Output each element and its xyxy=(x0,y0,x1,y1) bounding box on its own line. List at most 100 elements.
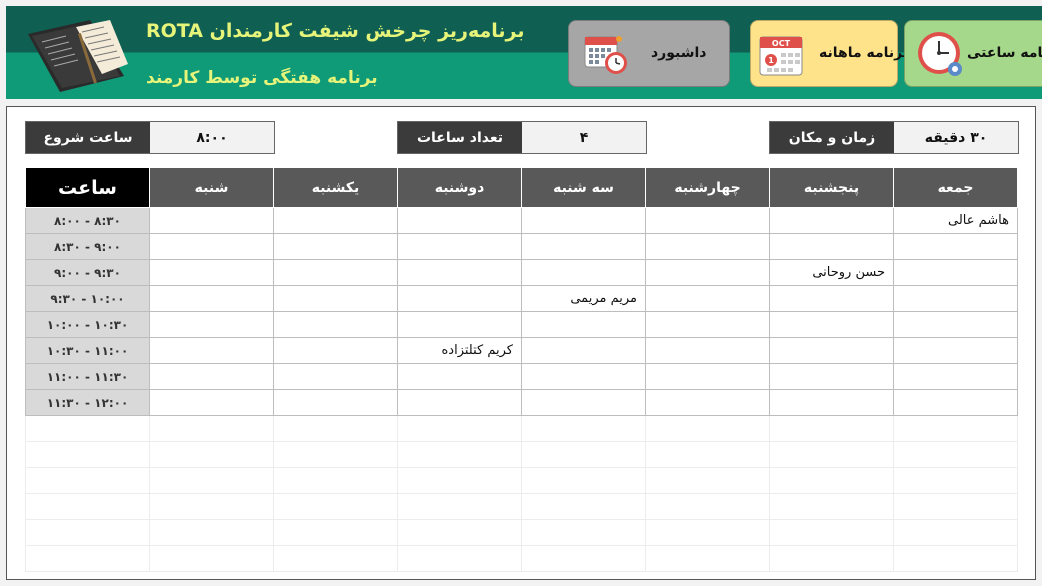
empty-cell[interactable] xyxy=(521,545,646,572)
empty-cell[interactable] xyxy=(769,545,894,572)
schedule-cell[interactable] xyxy=(149,207,274,234)
empty-cell[interactable] xyxy=(769,415,894,442)
schedule-cell[interactable] xyxy=(645,259,770,286)
empty-cell[interactable] xyxy=(769,493,894,520)
empty-cell[interactable] xyxy=(273,441,398,468)
empty-cell[interactable] xyxy=(769,467,894,494)
schedule-cell[interactable]: هاشم عالی xyxy=(893,207,1018,234)
schedule-cell[interactable] xyxy=(769,363,894,390)
hours-count-value[interactable]: ۴ xyxy=(522,122,646,153)
empty-cell[interactable] xyxy=(149,519,274,546)
schedule-cell[interactable] xyxy=(397,389,522,416)
empty-cell[interactable] xyxy=(769,441,894,468)
empty-cell[interactable] xyxy=(397,467,522,494)
empty-cell[interactable] xyxy=(149,441,274,468)
schedule-cell[interactable] xyxy=(149,337,274,364)
empty-cell[interactable] xyxy=(397,415,522,442)
schedule-cell[interactable] xyxy=(521,389,646,416)
empty-cell[interactable] xyxy=(893,467,1018,494)
schedule-cell[interactable] xyxy=(645,337,770,364)
schedule-cell[interactable] xyxy=(645,233,770,260)
empty-cell[interactable] xyxy=(893,519,1018,546)
schedule-cell[interactable] xyxy=(273,363,398,390)
empty-cell[interactable] xyxy=(273,467,398,494)
empty-cell[interactable] xyxy=(149,415,274,442)
dashboard-button[interactable]: داشبورد xyxy=(568,20,730,87)
empty-cell[interactable] xyxy=(25,519,150,546)
empty-cell[interactable] xyxy=(893,493,1018,520)
empty-cell[interactable] xyxy=(25,545,150,572)
schedule-cell[interactable] xyxy=(893,233,1018,260)
start-time-value[interactable]: ۸:۰۰ xyxy=(150,122,274,153)
schedule-cell[interactable] xyxy=(149,259,274,286)
schedule-cell[interactable] xyxy=(893,363,1018,390)
schedule-cell[interactable] xyxy=(893,285,1018,312)
schedule-cell[interactable] xyxy=(893,389,1018,416)
empty-cell[interactable] xyxy=(397,545,522,572)
empty-cell[interactable] xyxy=(149,493,274,520)
schedule-cell[interactable] xyxy=(149,311,274,338)
schedule-cell[interactable] xyxy=(397,259,522,286)
schedule-cell[interactable] xyxy=(645,389,770,416)
empty-cell[interactable] xyxy=(273,415,398,442)
empty-cell[interactable] xyxy=(521,519,646,546)
schedule-cell[interactable] xyxy=(273,207,398,234)
empty-cell[interactable] xyxy=(397,519,522,546)
empty-cell[interactable] xyxy=(273,519,398,546)
schedule-cell[interactable] xyxy=(521,233,646,260)
schedule-cell[interactable] xyxy=(893,337,1018,364)
empty-cell[interactable] xyxy=(25,467,150,494)
schedule-cell[interactable] xyxy=(769,233,894,260)
schedule-cell[interactable] xyxy=(521,259,646,286)
time-place-value[interactable]: ۳۰ دقیقه xyxy=(894,122,1018,153)
schedule-cell[interactable] xyxy=(893,311,1018,338)
schedule-cell[interactable] xyxy=(273,311,398,338)
schedule-cell[interactable] xyxy=(645,285,770,312)
schedule-cell[interactable] xyxy=(273,285,398,312)
schedule-cell[interactable] xyxy=(273,389,398,416)
schedule-cell[interactable] xyxy=(149,285,274,312)
schedule-cell[interactable]: مریم مریمی xyxy=(521,285,646,312)
schedule-cell[interactable] xyxy=(769,337,894,364)
schedule-cell[interactable] xyxy=(149,363,274,390)
schedule-cell[interactable] xyxy=(645,207,770,234)
empty-cell[interactable] xyxy=(25,415,150,442)
schedule-cell[interactable] xyxy=(273,259,398,286)
schedule-cell[interactable] xyxy=(149,389,274,416)
schedule-cell[interactable] xyxy=(521,207,646,234)
empty-cell[interactable] xyxy=(893,545,1018,572)
schedule-cell[interactable] xyxy=(273,233,398,260)
schedule-cell[interactable] xyxy=(521,337,646,364)
empty-cell[interactable] xyxy=(521,467,646,494)
schedule-cell[interactable] xyxy=(397,207,522,234)
empty-cell[interactable] xyxy=(645,441,770,468)
schedule-cell[interactable] xyxy=(645,311,770,338)
schedule-cell[interactable] xyxy=(397,285,522,312)
monthly-schedule-button[interactable]: OCT 1 برنامه ماهانه xyxy=(750,20,908,87)
empty-cell[interactable] xyxy=(769,519,894,546)
schedule-cell[interactable] xyxy=(273,337,398,364)
empty-cell[interactable] xyxy=(645,545,770,572)
empty-cell[interactable] xyxy=(645,415,770,442)
schedule-cell[interactable] xyxy=(397,233,522,260)
schedule-cell[interactable] xyxy=(397,363,522,390)
schedule-cell[interactable] xyxy=(769,207,894,234)
empty-cell[interactable] xyxy=(521,441,646,468)
schedule-cell[interactable] xyxy=(645,363,770,390)
empty-cell[interactable] xyxy=(521,415,646,442)
empty-cell[interactable] xyxy=(397,493,522,520)
empty-cell[interactable] xyxy=(521,493,646,520)
schedule-cell[interactable] xyxy=(521,363,646,390)
schedule-cell[interactable] xyxy=(149,233,274,260)
schedule-cell[interactable] xyxy=(397,311,522,338)
schedule-cell[interactable] xyxy=(769,389,894,416)
empty-cell[interactable] xyxy=(25,493,150,520)
hourly-schedule-button[interactable]: برنامه ساعتی xyxy=(904,20,1042,87)
empty-cell[interactable] xyxy=(645,519,770,546)
empty-cell[interactable] xyxy=(25,441,150,468)
empty-cell[interactable] xyxy=(149,467,274,494)
schedule-cell[interactable] xyxy=(769,311,894,338)
schedule-cell[interactable] xyxy=(893,259,1018,286)
schedule-cell[interactable] xyxy=(521,311,646,338)
empty-cell[interactable] xyxy=(893,441,1018,468)
